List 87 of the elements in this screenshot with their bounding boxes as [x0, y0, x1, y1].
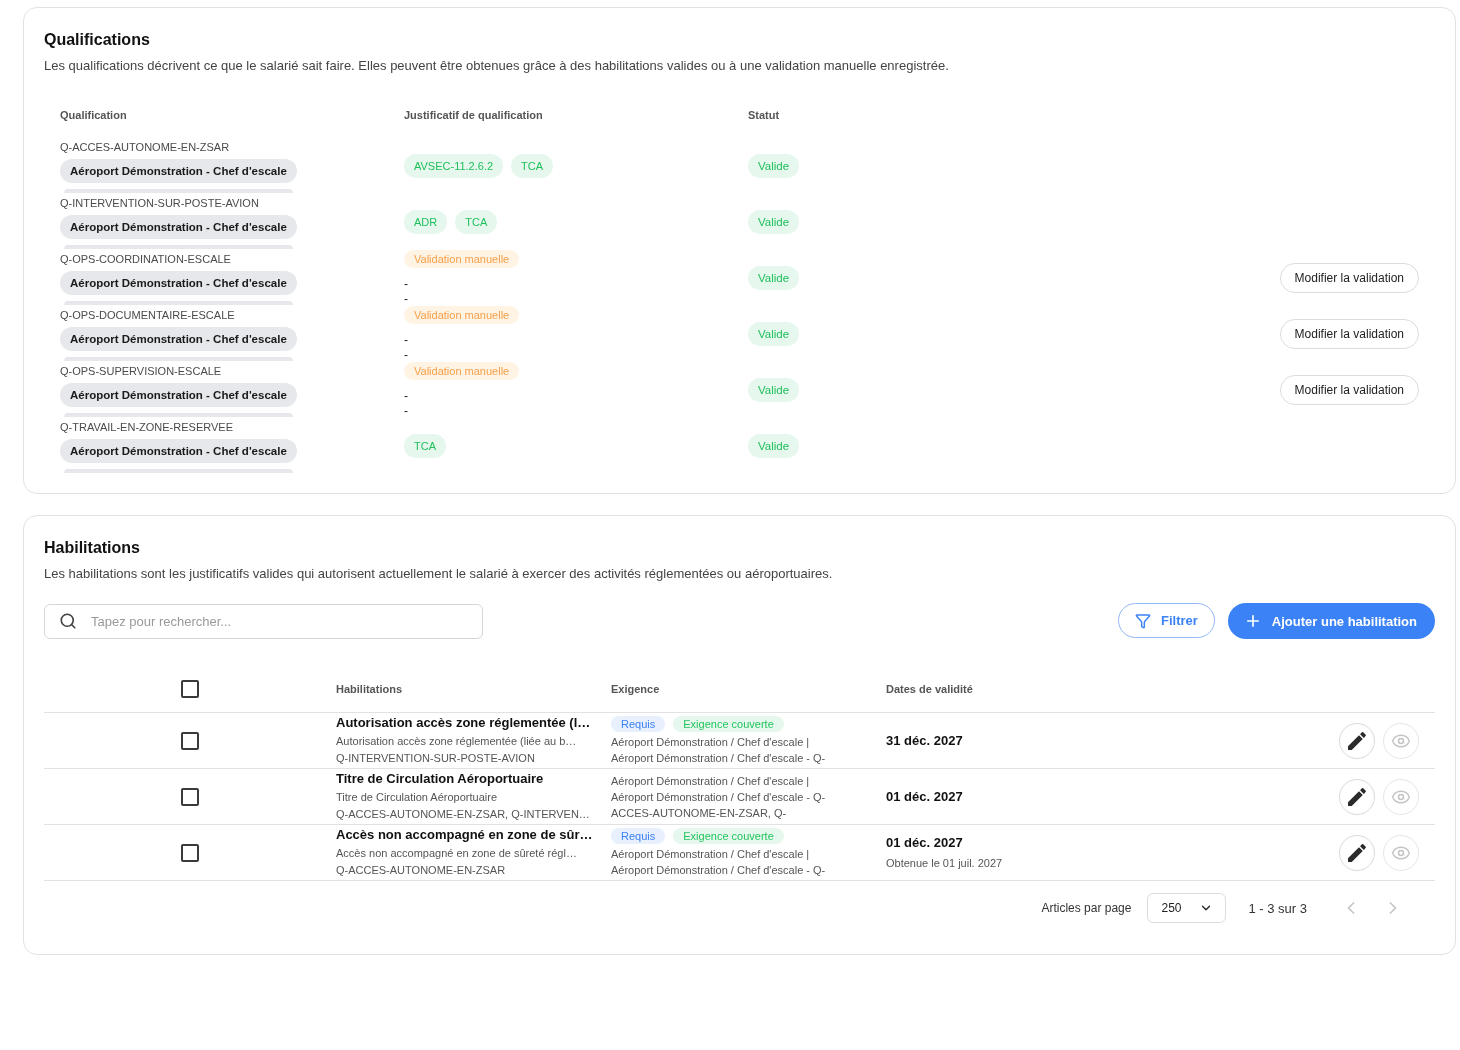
habilitation-description: Accès non accompagné en zone de sûreté régl… [336, 846, 578, 861]
modify-validation-button[interactable]: Modifier la validation [1279, 319, 1419, 349]
section-title: Habilitations [44, 538, 141, 558]
obtained-date: Obtenue le 01 juil. 2027 [886, 855, 1003, 871]
status-tag: Valide [748, 322, 800, 346]
empty-value: - [404, 388, 408, 404]
proof-tag: Validation manuelle [404, 362, 520, 380]
requirement-tag: Exigence couverte [673, 715, 784, 732]
requirement-text: Aéroport Démonstration / Chef d'escale - Q- [611, 862, 827, 878]
proof-tag: TCA [404, 434, 446, 458]
page-range: 1 - 3 sur 3 [1248, 900, 1307, 916]
habilitation-title: Titre de Circulation Aéroportuaire [336, 770, 545, 788]
qualification-code: Q-INTERVENTION-SUR-POSTE-AVION [60, 196, 259, 211]
scope-tag: Aéroport Démonstration - Chef d'escale [60, 215, 297, 239]
search-field[interactable]: Tapez pour rechercher... [44, 603, 483, 639]
status-tag: Valide [748, 154, 800, 178]
habilitation-title: Autorisation accès zone réglementée (l… [336, 714, 592, 732]
search-icon [59, 611, 77, 630]
status-tag: Valide [748, 378, 800, 402]
add-button[interactable]: Ajouter une habilitation [1227, 603, 1435, 639]
proof-tag: TCA [455, 210, 498, 234]
per-page-label: Articles par page [1041, 901, 1132, 915]
modify-validation-button[interactable]: Modifier la validation [1279, 263, 1419, 293]
pencil-icon [1348, 843, 1366, 862]
requirement-text: Aéroport Démonstration / Chef d'escale - Q- [611, 789, 827, 805]
requirement-text: Aéroport Démonstration / Chef d'escale | [611, 734, 811, 750]
proof-tag: Validation manuelle [404, 306, 520, 324]
select-all-checkbox[interactable] [181, 680, 199, 698]
qualification-code: Q-TRAVAIL-EN-ZONE-RESERVEE [60, 420, 233, 435]
requirement-text: Aéroport Démonstration / Chef d'escale - Q- [611, 750, 827, 766]
proof-tag: AVSEC-11.2.6.2 [404, 154, 504, 178]
column-header: Exigence [611, 683, 660, 695]
status-tag: Valide [748, 434, 800, 458]
habilitation-description: Titre de Circulation Aéroportuaire [336, 790, 498, 805]
scope-tag: Aéroport Démonstration - Chef d'escale [60, 327, 297, 351]
qualification-list: Q-ACCES-AUTONOME-EN-ZSAR, Q-INTERVEN… [336, 806, 597, 823]
edit-button[interactable] [1339, 778, 1375, 815]
qualification-code: Q-OPS-COORDINATION-ESCALE [60, 252, 231, 267]
filter-button[interactable]: Filtrer [1118, 603, 1215, 638]
qualification-code: Q-OPS-SUPERVISION-ESCALE [60, 364, 222, 379]
qualification-code: Q-OPS-DOCUMENTAIRE-ESCALE [60, 308, 235, 323]
scope-tag: Aéroport Démonstration - Chef d'escale [60, 439, 297, 463]
status-tag: Valide [748, 210, 800, 234]
scope-tag: Aéroport Démonstration - Chef d'escale [60, 159, 297, 183]
requirement-text: ACCES-AUTONOME-EN-ZSAR, Q- [611, 805, 788, 821]
qualification-list: Q-INTERVENTION-SUR-POSTE-AVION [336, 750, 597, 767]
requirement-tag: Requis [611, 715, 666, 732]
empty-value: - [404, 292, 408, 306]
column-header: Dates de validité [886, 683, 973, 695]
empty-value: - [404, 276, 408, 292]
qualification-list: Q-ACCES-AUTONOME-EN-ZSAR [336, 862, 597, 879]
column-header: Habilitations [336, 683, 402, 695]
proof-tag: ADR [404, 210, 448, 234]
empty-value: - [404, 404, 408, 418]
column-header: Justificatif de qualification [404, 109, 543, 121]
section-description: Les habilitations sont les justificatifs valides qui autorisent actuellement le salarié à exercer des activités réglementées ou aéroportuaires. [44, 565, 834, 583]
empty-value: - [404, 332, 408, 348]
proof-tag: TCA [511, 154, 554, 178]
filter-icon [1135, 612, 1151, 629]
habilitation-description: Autorisation accès zone réglementée (liée au b… [336, 734, 578, 749]
requirement-text: Aéroport Démonstration / Chef d'escale | [611, 773, 811, 789]
empty-value: - [404, 348, 408, 362]
requirement-tag: Requis [611, 827, 666, 844]
qualification-code: Q-ACCES-AUTONOME-EN-ZSAR [60, 140, 230, 155]
scope-tag: Aéroport Démonstration - Chef d'escale [60, 383, 297, 407]
edit-button[interactable] [1339, 834, 1375, 871]
proof-tag: Validation manuelle [404, 250, 520, 268]
habilitation-title: Accès non accompagné en zone de sûr… [336, 826, 594, 844]
pencil-icon [1348, 787, 1366, 806]
modify-validation-button[interactable]: Modifier la validation [1279, 375, 1419, 405]
pencil-icon [1348, 731, 1366, 750]
row-checkbox[interactable] [181, 843, 199, 862]
edit-button[interactable] [1339, 722, 1375, 759]
requirement-tag: Exigence couverte [673, 827, 784, 844]
section-title: Qualifications [44, 30, 151, 50]
expiry-date: 01 déc. 2027 [886, 787, 963, 806]
status-tag: Valide [748, 266, 800, 290]
requirement-text: Aéroport Démonstration / Chef d'escale | [611, 846, 811, 862]
section-description: Les qualifications décrivent ce que le salarié sait faire. Elles peuvent être obtenues grâce à des habilitations valides ou à une validation manuelle enregistrée. [44, 57, 950, 75]
per-page-select[interactable]: 250 [1147, 893, 1227, 923]
row-checkbox[interactable] [181, 787, 199, 806]
column-header: Statut [748, 109, 780, 121]
row-checkbox[interactable] [181, 731, 199, 750]
expiry-date: 01 déc. 2027 [886, 833, 963, 852]
column-header: Qualification [60, 109, 127, 121]
scope-tag: Aéroport Démonstration - Chef d'escale [60, 271, 297, 295]
expiry-date: 31 déc. 2027 [886, 731, 963, 750]
